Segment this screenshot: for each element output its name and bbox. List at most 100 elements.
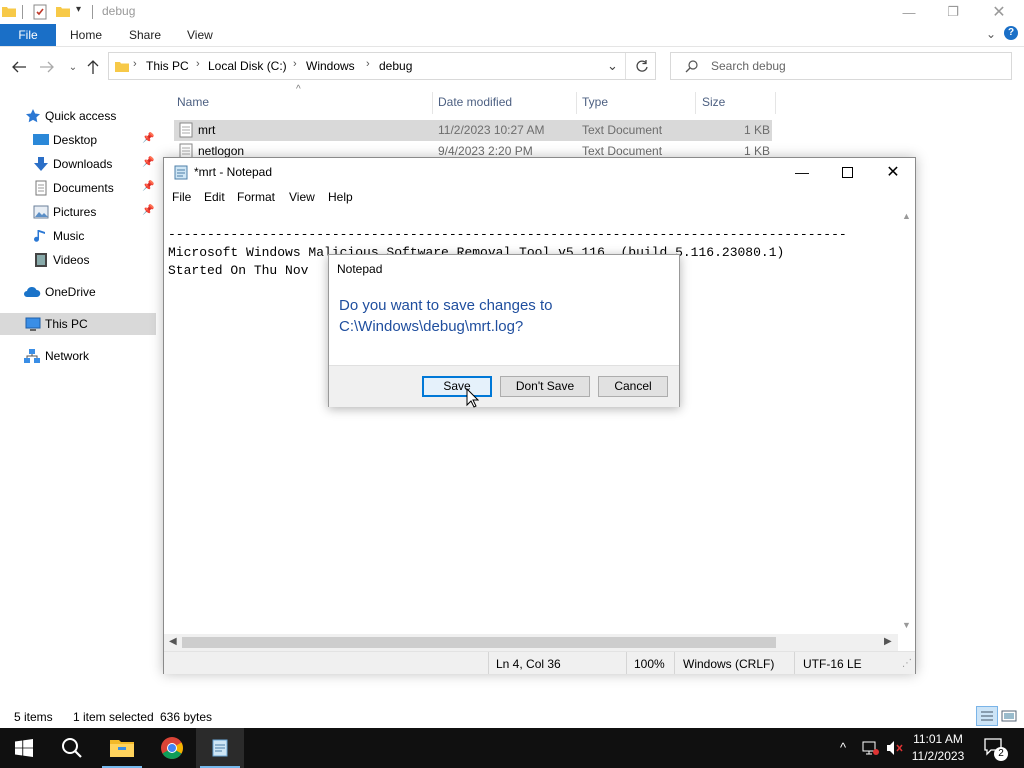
file-explorer-taskbar-icon[interactable] <box>98 728 146 768</box>
sidebar-item-network[interactable]: Network <box>0 345 156 367</box>
recent-locations-chevron-icon[interactable]: ⌄ <box>64 58 82 76</box>
forward-arrow-icon[interactable] <box>38 58 56 76</box>
resize-grip-icon[interactable]: ⋰ <box>902 658 912 669</box>
file-type: Text Document <box>582 123 663 137</box>
tab-file[interactable]: File <box>0 24 56 46</box>
search-button[interactable] <box>48 728 96 768</box>
scroll-left-arrow-icon[interactable]: ◀ <box>169 636 177 647</box>
search-box[interactable]: Search debug <box>670 52 1012 80</box>
show-hidden-icons-chevron-icon[interactable]: ^ <box>840 740 846 755</box>
sidebar-item-label: Downloads <box>53 157 113 171</box>
cancel-button[interactable]: Cancel <box>598 376 668 397</box>
maximize-button[interactable]: ❐ <box>930 0 976 24</box>
line-ending: Windows (CRLF) <box>683 657 775 671</box>
close-button[interactable]: ✕ <box>976 0 1022 24</box>
column-divider[interactable] <box>695 92 696 114</box>
folder-icon <box>115 59 129 73</box>
close-button[interactable]: ✕ <box>870 158 916 186</box>
notepad-taskbar-icon[interactable] <box>196 728 244 768</box>
breadcrumb-windows[interactable]: Windows <box>306 59 355 73</box>
download-icon <box>33 156 49 172</box>
column-header-date-modified[interactable]: Date modified <box>438 95 512 115</box>
ribbon-expand-icon[interactable]: ⌄ <box>986 27 996 41</box>
file-name: mrt <box>198 123 216 137</box>
address-dropdown-icon[interactable]: ⌄ <box>607 58 618 74</box>
breadcrumb-this-pc[interactable]: This PC <box>146 59 189 73</box>
notepad-menu-bar: File Edit Format View Help <box>164 186 915 208</box>
sidebar-item-videos[interactable]: Videos <box>0 249 156 271</box>
file-row-mrt[interactable]: mrt 11/2/2023 10:27 AM Text Document 1 K… <box>174 120 772 141</box>
menu-help[interactable]: Help <box>328 190 353 204</box>
search-input[interactable]: Search debug <box>711 59 786 73</box>
breadcrumb-debug[interactable]: debug <box>379 59 412 73</box>
column-header-type[interactable]: Type <box>582 95 608 115</box>
properties-icon[interactable] <box>32 4 48 20</box>
network-status-icon[interactable] <box>862 740 880 756</box>
menu-file[interactable]: File <box>172 190 191 204</box>
documents-icon <box>33 180 49 196</box>
maximize-button[interactable] <box>824 158 870 186</box>
scroll-right-arrow-icon[interactable]: ▶ <box>884 636 892 647</box>
back-arrow-icon[interactable] <box>10 58 28 76</box>
horizontal-scrollbar[interactable]: ◀ ▶ <box>164 634 898 651</box>
sidebar-item-documents[interactable]: Documents 📌 <box>0 177 156 199</box>
vertical-scrollbar[interactable]: ▲ ▼ <box>898 208 915 634</box>
help-icon[interactable]: ? <box>1004 26 1018 40</box>
breadcrumb-chevron-icon[interactable]: › <box>196 58 200 70</box>
tab-home[interactable]: Home <box>70 24 102 46</box>
column-divider[interactable] <box>576 92 577 114</box>
notepad-icon <box>173 164 189 180</box>
tab-share[interactable]: Share <box>129 24 161 46</box>
minimize-button[interactable]: — <box>886 0 932 24</box>
file-size: 1 KB <box>744 123 771 137</box>
sidebar-item-label: Desktop <box>53 133 98 147</box>
item-count: 5 items <box>14 710 53 724</box>
sidebar-item-music[interactable]: Music <box>0 225 156 247</box>
column-divider[interactable] <box>432 92 433 114</box>
dialog-title: Notepad <box>337 262 383 276</box>
sidebar-item-this-pc[interactable]: This PC <box>0 313 156 335</box>
notification-count-badge: 2 <box>994 747 1008 761</box>
up-arrow-icon[interactable] <box>84 58 102 76</box>
chrome-taskbar-icon[interactable] <box>148 728 196 768</box>
start-button[interactable] <box>0 728 48 768</box>
qat-separator <box>22 5 23 19</box>
file-date: 11/2/2023 10:27 AM <box>438 123 545 137</box>
scroll-up-arrow-icon[interactable]: ▲ <box>902 211 911 221</box>
large-icons-view-icon[interactable] <box>1000 708 1018 724</box>
system-clock[interactable]: 11:01 AM 11/2/2023 <box>902 731 974 765</box>
minimize-button[interactable]: — <box>779 158 825 186</box>
explorer-title-bar[interactable]: ▾ debug — ❐ ✕ <box>0 0 1024 24</box>
column-header-size[interactable]: Size <box>702 95 725 115</box>
refresh-icon[interactable] <box>635 59 649 73</box>
qat-dropdown-icon[interactable]: ▾ <box>76 4 81 15</box>
sidebar-item-pictures[interactable]: Pictures 📌 <box>0 201 156 223</box>
details-view-icon[interactable] <box>976 706 998 726</box>
address-bar[interactable]: › This PC › Local Disk (C:) › Windows › … <box>108 52 656 80</box>
desktop-icon <box>33 132 49 148</box>
sidebar-item-quick-access[interactable]: Quick access <box>0 105 156 127</box>
notepad-title-bar[interactable]: *mrt - Notepad — ✕ <box>164 158 915 186</box>
new-folder-icon[interactable] <box>56 4 70 18</box>
horizontal-scroll-thumb[interactable] <box>182 637 776 648</box>
sidebar-item-label: Videos <box>53 253 90 267</box>
clock-time: 11:01 AM <box>913 732 963 746</box>
window-title: debug <box>102 4 136 18</box>
breadcrumb-chevron-icon[interactable]: › <box>366 58 370 70</box>
dont-save-button[interactable]: Don't Save <box>500 376 590 397</box>
tab-view[interactable]: View <box>187 24 213 46</box>
sidebar-item-onedrive[interactable]: OneDrive <box>0 281 156 303</box>
column-divider[interactable] <box>775 92 776 114</box>
menu-edit[interactable]: Edit <box>204 190 225 204</box>
breadcrumb-chevron-icon[interactable]: › <box>293 58 297 70</box>
menu-view[interactable]: View <box>289 190 315 204</box>
column-header-name[interactable]: Name <box>177 95 209 115</box>
sidebar-item-downloads[interactable]: Downloads 📌 <box>0 153 156 175</box>
menu-format[interactable]: Format <box>237 190 275 204</box>
scroll-down-arrow-icon[interactable]: ▼ <box>902 620 911 630</box>
sidebar-item-desktop[interactable]: Desktop 📌 <box>0 129 156 151</box>
breadcrumb-chevron-icon[interactable]: › <box>133 58 137 70</box>
explorer-status-bar: 5 items 1 item selected 636 bytes <box>0 706 1024 728</box>
save-button[interactable]: Save <box>422 376 492 397</box>
breadcrumb-local-disk[interactable]: Local Disk (C:) <box>208 59 287 73</box>
